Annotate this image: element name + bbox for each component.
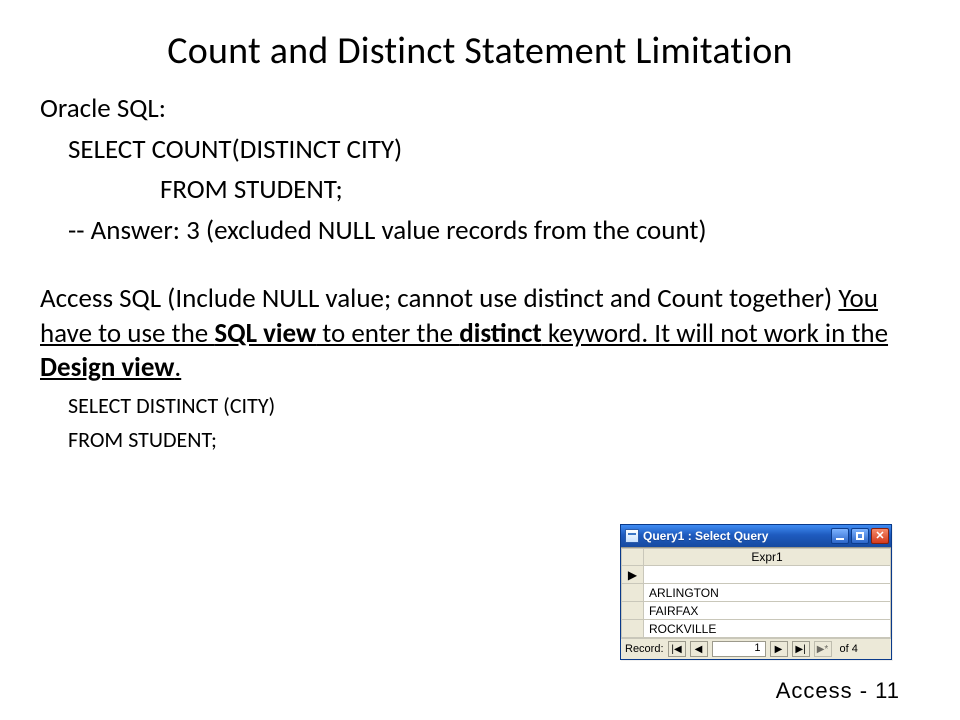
nav-next-button[interactable]: ▶ [770,641,788,657]
slide-footer: Access - 11 [776,678,900,704]
column-header-expr1[interactable]: Expr1 [644,549,891,566]
table-row[interactable]: ARLINGTON [622,584,891,602]
table-row[interactable]: FAIRFAX [622,602,891,620]
oracle-sql-line1: SELECT COUNT(DISTINCT CITY) [40,133,920,168]
minimize-icon [836,538,844,540]
close-button[interactable]: ✕ [871,528,889,544]
query-window: Query1 : Select Query ✕ Expr1 ▶ [620,524,892,660]
record-navigator: Record: |◀ ◀ 1 ▶ ▶| ▶* of 4 [621,638,891,659]
maximize-button[interactable] [851,528,869,544]
oracle-answer: -- Answer: 3 (excluded NULL value record… [40,214,920,249]
cell-value[interactable]: ROCKVILLE [644,620,891,638]
nav-prev-button[interactable]: ◀ [690,641,708,657]
oracle-label: Oracle SQL: [40,92,920,127]
nav-new-button[interactable]: ▶* [814,641,832,657]
corner-cell [622,549,644,566]
nav-last-button[interactable]: ▶| [792,641,810,657]
note-seg-4: . [174,351,181,384]
row-selector[interactable] [622,620,644,638]
header-row: Expr1 [622,549,891,566]
nav-first-button[interactable]: |◀ [668,641,686,657]
note-bold-sql-view: SQL view [214,317,316,350]
slide: Count and Distinct Statement Limitation … [0,0,960,720]
row-selector-current[interactable]: ▶ [622,566,644,584]
record-label: Record: [625,643,664,655]
note-bold-distinct: distinct [459,317,542,350]
row-selector[interactable] [622,584,644,602]
spacer [40,254,920,282]
nav-of-text: of 4 [840,643,858,655]
access-sql-line1: SELECT DISTINCT (CITY) [40,392,920,420]
table-row[interactable]: ▶ [622,566,891,584]
body-text: Oracle SQL: SELECT COUNT(DISTINCT CITY) … [40,92,920,454]
note-bold-design-view: Design view [40,351,174,384]
cell-value[interactable] [644,566,891,584]
table-row[interactable]: ROCKVILLE [622,620,891,638]
cell-value[interactable]: ARLINGTON [644,584,891,602]
slide-title: Count and Distinct Statement Limitation [40,28,920,74]
oracle-sql-line2: FROM STUDENT; [40,173,920,208]
window-buttons: ✕ [831,528,889,544]
close-icon: ✕ [875,531,884,542]
result-table: Expr1 ▶ ARLINGTON FAIRFAX [621,548,891,638]
row-selector[interactable] [622,602,644,620]
access-paragraph: Access SQL (Include NULL value; cannot u… [40,282,920,386]
result-grid: Expr1 ▶ ARLINGTON FAIRFAX [621,547,891,638]
nav-record-input[interactable]: 1 [712,641,766,657]
access-sql-line2: FROM STUDENT; [40,426,920,454]
maximize-icon [856,532,864,540]
window-title: Query1 : Select Query [643,529,827,543]
cell-value[interactable]: FAIRFAX [644,602,891,620]
minimize-button[interactable] [831,528,849,544]
access-intro: Access SQL (Include NULL value; cannot u… [40,282,838,315]
note-seg-2: to enter the [316,317,459,350]
window-titlebar[interactable]: Query1 : Select Query ✕ [621,525,891,547]
note-seg-3: keyword. It will not work in the [542,317,888,350]
window-icon [625,529,639,543]
